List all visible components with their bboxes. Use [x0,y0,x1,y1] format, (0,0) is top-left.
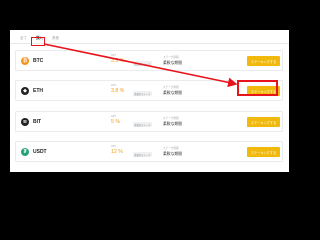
annotation-arrow-icon [43,43,238,88]
